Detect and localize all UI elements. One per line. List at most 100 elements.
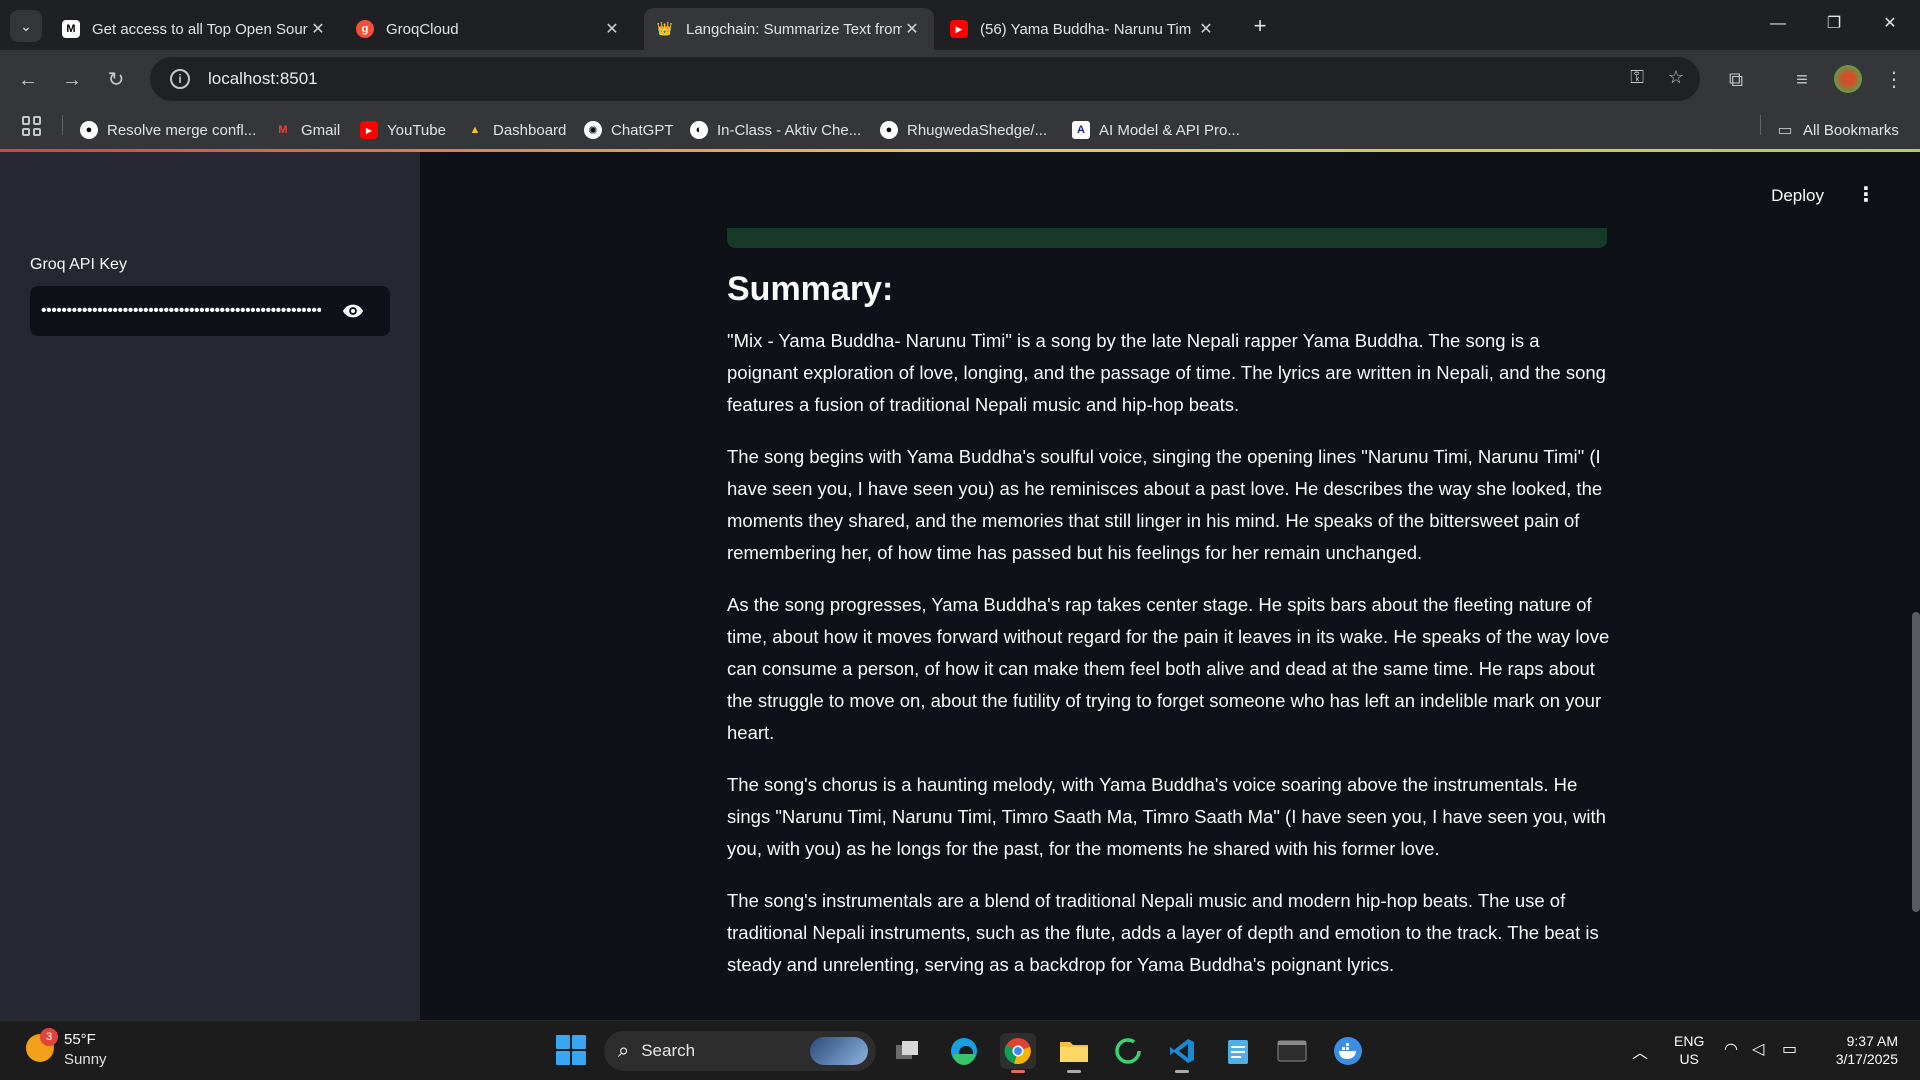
bookmark-label: ChatGPT xyxy=(611,121,674,139)
language-indicator[interactable]: ENG US xyxy=(1674,1032,1704,1068)
terminal-icon[interactable] xyxy=(1274,1033,1310,1069)
restore-icon[interactable]: ❐ xyxy=(1806,8,1862,40)
close-icon[interactable]: ✕ xyxy=(902,19,922,39)
bookmark-label: RhugwedaShedge/... xyxy=(907,121,1048,139)
main-content: Deploy ⋮ Summary: "Mix - Yama Buddha- Na… xyxy=(420,152,1920,1020)
bookmark-label: AI Model & API Pro... xyxy=(1099,121,1240,139)
notepad-icon[interactable] xyxy=(1220,1033,1256,1069)
eye-icon[interactable] xyxy=(342,300,364,322)
scrollbar[interactable] xyxy=(1912,612,1920,912)
bookmark-youtube[interactable]: ▶ YouTube xyxy=(360,116,446,144)
reload-icon[interactable]: ↻ xyxy=(100,64,132,96)
ai-model-icon: A xyxy=(1072,121,1090,139)
site-info-icon[interactable]: i xyxy=(170,69,190,89)
tab-title: Get access to all Top Open Sour xyxy=(92,20,308,38)
search-icon: ⌕ xyxy=(618,1039,630,1062)
deploy-button[interactable]: Deploy xyxy=(1771,186,1824,206)
tab-langchain[interactable]: 👑 Langchain: Summarize Text from ✕ xyxy=(644,8,934,50)
search-label: Search xyxy=(641,1041,696,1060)
summary-paragraph: The song's chorus is a haunting melody, … xyxy=(727,774,1606,859)
youtube-icon: ▶ xyxy=(950,20,968,38)
summary-paragraph: As the song progresses, Yama Buddha's ra… xyxy=(727,594,1610,743)
bookmark-chatgpt[interactable]: ✺ ChatGPT xyxy=(584,116,674,144)
summary-paragraph: The song begins with Yama Buddha's soulf… xyxy=(727,446,1603,563)
url-text: localhost:8501 xyxy=(208,69,318,88)
edge-icon[interactable] xyxy=(946,1033,982,1069)
crown-icon: 👑 xyxy=(656,21,674,36)
medium-icon: M xyxy=(62,20,80,38)
summary-section: Summary: "Mix - Yama Buddha- Narunu Timi… xyxy=(727,270,1611,1001)
extensions-icon[interactable]: ⧉ xyxy=(1720,64,1752,96)
tab-medium[interactable]: M Get access to all Top Open Sour ✕ xyxy=(50,8,340,50)
profile-avatar[interactable] xyxy=(1834,65,1862,93)
taskbar: 3 55°F Sunny ⌕ Search ︿ ENG US ◠ ◁ ▭ 9:3… xyxy=(0,1020,1920,1080)
api-key-label: Groq API Key xyxy=(30,256,127,273)
star-icon[interactable]: ☆ xyxy=(1668,67,1684,88)
chevron-down-icon: ⌄ xyxy=(20,17,32,34)
apps-icon[interactable] xyxy=(22,116,42,136)
start-button[interactable] xyxy=(556,1035,586,1065)
bookmark-github-repo[interactable]: ● RhugwedaShedge/... xyxy=(880,116,1047,144)
weather-temperature[interactable]: 55°F xyxy=(64,1031,96,1048)
all-bookmarks[interactable]: ▭ All Bookmarks xyxy=(1776,116,1899,144)
bookmark-gmail[interactable]: M Gmail xyxy=(274,116,340,144)
date-text: 3/17/2025 xyxy=(1835,1051,1898,1067)
key-icon[interactable]: ⚿ xyxy=(1630,67,1644,88)
divider xyxy=(1760,115,1761,135)
region-code: US xyxy=(1679,1051,1699,1067)
tab-groqcloud[interactable]: g GroqCloud ✕ xyxy=(344,8,634,50)
bookmark-label: All Bookmarks xyxy=(1803,121,1899,139)
bookmark-label: YouTube xyxy=(387,121,446,139)
minimize-icon[interactable]: — xyxy=(1750,8,1806,40)
new-tab-button[interactable]: + xyxy=(1246,12,1274,40)
bookmark-label: Resolve merge confl... xyxy=(107,121,257,139)
summary-paragraph: "Mix - Yama Buddha- Narunu Timi" is a so… xyxy=(727,330,1606,415)
bookmark-ai-model[interactable]: A AI Model & API Pro... xyxy=(1072,116,1240,144)
tab-title: GroqCloud xyxy=(386,20,459,38)
tab-strip: ⌄ M Get access to all Top Open Sour ✕ g … xyxy=(0,0,1920,50)
main-menu-icon[interactable]: ⋮ xyxy=(1856,182,1876,207)
wifi-icon[interactable]: ◠ xyxy=(1724,1039,1738,1059)
tab-search-button[interactable]: ⌄ xyxy=(10,10,42,42)
close-icon[interactable]: ✕ xyxy=(308,19,328,39)
bookmark-in-class[interactable]: ◐ In-Class - Aktiv Che... xyxy=(690,116,861,144)
close-window-icon[interactable]: ✕ xyxy=(1862,8,1918,40)
gmail-icon: M xyxy=(278,124,288,136)
api-key-input[interactable]: ••••••••••••••••••••••••••••••••••••••••… xyxy=(30,286,390,336)
time-text: 9:37 AM xyxy=(1846,1033,1898,1049)
chrome-icon[interactable] xyxy=(1000,1033,1036,1073)
task-view-icon[interactable] xyxy=(890,1033,926,1069)
taskbar-search[interactable]: ⌕ Search xyxy=(604,1031,876,1071)
sidebar: Groq API Key •••••••••••••••••••••••••••… xyxy=(0,152,420,1020)
active-indicator xyxy=(1011,1070,1025,1073)
docker-icon[interactable] xyxy=(1330,1033,1366,1069)
battery-icon[interactable]: ▭ xyxy=(1782,1039,1797,1059)
close-icon[interactable]: ✕ xyxy=(1196,19,1216,39)
weather-badge: 3 xyxy=(40,1028,58,1046)
chevron-up-icon[interactable]: ︿ xyxy=(1632,1039,1648,1063)
more-icon[interactable]: ⋮ xyxy=(1878,64,1910,96)
clock[interactable]: 9:37 AM 3/17/2025 xyxy=(1826,1032,1898,1068)
bookmark-dashboard[interactable]: ▲ Dashboard xyxy=(466,116,567,144)
dashboard-icon: ▲ xyxy=(469,124,481,136)
tab-youtube[interactable]: ▶ (56) Yama Buddha- Narunu Tim ✕ xyxy=(938,8,1228,50)
vscode-icon[interactable] xyxy=(1164,1033,1200,1073)
folder-icon: ▭ xyxy=(1777,122,1793,139)
media-control-icon[interactable]: ≡ xyxy=(1786,64,1818,96)
chatgpt-icon: ✺ xyxy=(584,121,602,139)
browser-toolbar: ← → ↻ i localhost:8501 ⚿ ☆ ⧉ ≡ ⋮ xyxy=(0,50,1920,108)
close-icon[interactable]: ✕ xyxy=(602,19,622,39)
running-indicator xyxy=(1175,1070,1189,1073)
bookmark-label: Dashboard xyxy=(493,121,567,139)
forward-icon[interactable]: → xyxy=(56,64,88,96)
tab-title: (56) Yama Buddha- Narunu Tim xyxy=(980,20,1192,38)
file-explorer-icon[interactable] xyxy=(1056,1033,1092,1073)
bookmark-resolve-merge[interactable]: ● Resolve merge confl... xyxy=(80,116,256,144)
refresh-app-icon[interactable] xyxy=(1110,1033,1146,1069)
bookmark-label: Gmail xyxy=(301,121,341,139)
back-icon[interactable]: ← xyxy=(12,64,44,96)
address-bar[interactable]: i localhost:8501 ⚿ ☆ xyxy=(150,57,1700,101)
volume-icon[interactable]: ◁ xyxy=(1752,1039,1764,1059)
weather-condition[interactable]: Sunny xyxy=(64,1051,107,1068)
search-highlight-image xyxy=(810,1037,868,1065)
